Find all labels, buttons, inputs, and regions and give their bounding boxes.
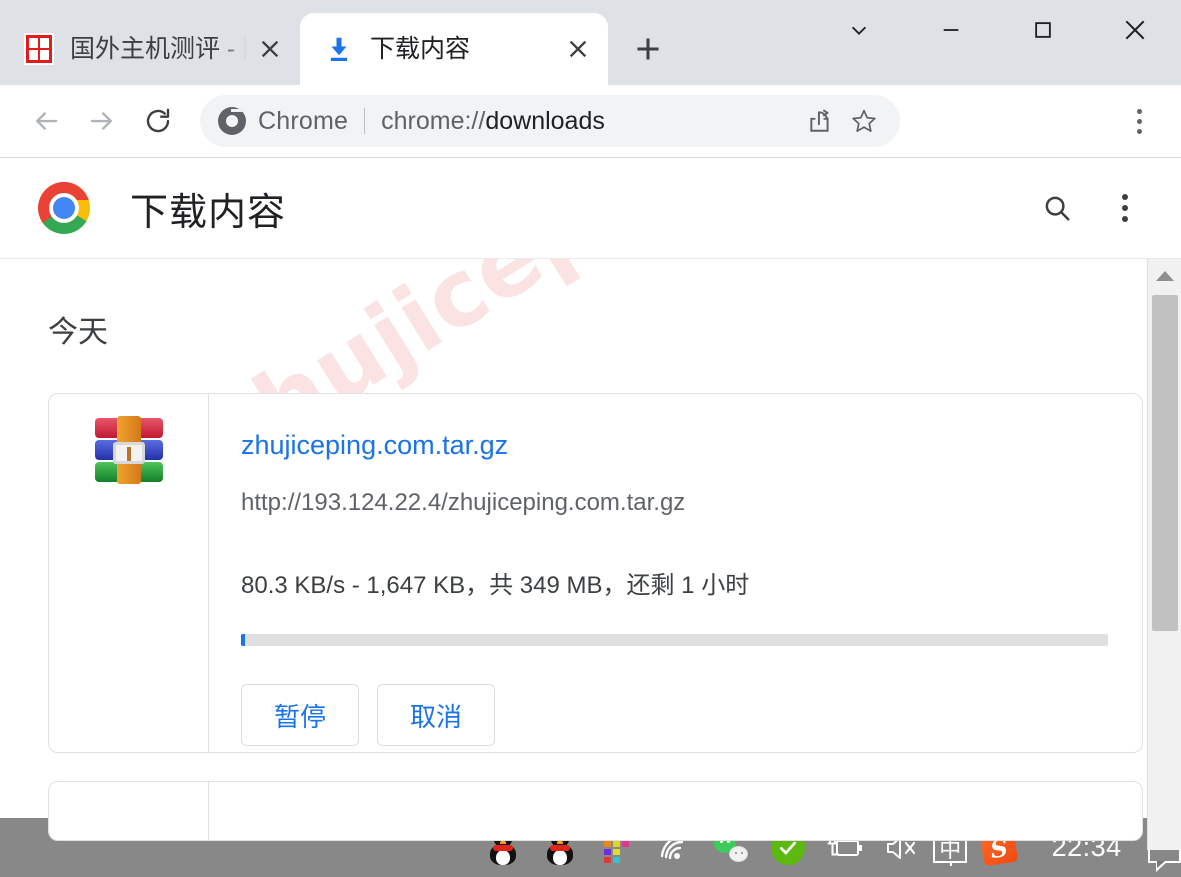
share-icon[interactable] bbox=[798, 99, 842, 143]
scroll-up-arrow-icon[interactable] bbox=[1148, 259, 1181, 293]
download-item-body bbox=[209, 782, 1142, 840]
address-bar[interactable]: Chrome chrome://downloads bbox=[200, 95, 900, 147]
stamp-favicon bbox=[22, 32, 56, 66]
cancel-button[interactable]: 取消 bbox=[377, 684, 495, 746]
tab-close-icon-1[interactable] bbox=[558, 29, 598, 69]
tab-search-button[interactable] bbox=[813, 0, 905, 60]
dot bbox=[1122, 205, 1128, 211]
downloads-list-scroll: zhujiceping.com 今天 zhujiceping.com.tar.g… bbox=[0, 258, 1181, 850]
page-title: 下载内容 bbox=[130, 191, 287, 234]
download-item[interactable]: zhujiceping.com.tar.gz http://193.124.22… bbox=[48, 393, 1143, 753]
chrome-logo-icon-large bbox=[38, 182, 90, 234]
chrome-logo-icon bbox=[218, 107, 246, 135]
tab-title-1: 下载内容 bbox=[370, 35, 471, 63]
page-scrollbar[interactable] bbox=[1147, 259, 1181, 850]
download-source-url: http://193.124.22.4/zhujiceping.com.tar.… bbox=[241, 489, 686, 516]
download-icon bbox=[322, 32, 356, 66]
browser-toolbar: Chrome chrome://downloads bbox=[0, 85, 1181, 158]
pause-button[interactable]: 暂停 bbox=[241, 684, 359, 746]
omnibox-separator bbox=[364, 108, 366, 134]
tab-1[interactable]: 下载内容 bbox=[300, 13, 608, 85]
tab-0[interactable]: 国外主机测评 - 国 bbox=[0, 13, 300, 85]
dot bbox=[1136, 108, 1142, 114]
dot bbox=[1136, 118, 1142, 124]
search-icon[interactable] bbox=[1031, 182, 1083, 234]
download-actions: 暂停 取消 bbox=[241, 684, 1108, 746]
downloads-header: 下载内容 bbox=[0, 158, 1181, 258]
dot bbox=[1122, 194, 1128, 200]
maximize-button[interactable] bbox=[997, 0, 1089, 60]
tab-close-icon-0[interactable] bbox=[250, 29, 290, 69]
star-icon[interactable] bbox=[842, 99, 886, 143]
back-arrow-icon[interactable] bbox=[18, 93, 74, 149]
dot bbox=[1122, 216, 1128, 222]
rar-buckle bbox=[112, 442, 145, 464]
download-item-body: zhujiceping.com.tar.gz http://193.124.22… bbox=[209, 394, 1142, 752]
download-icon-column bbox=[49, 782, 209, 840]
browser-menu-button[interactable] bbox=[1113, 95, 1165, 147]
chrome-badge-label: Chrome bbox=[258, 106, 349, 135]
browser-window: 国外主机测评 - 国 下载内容 Chrome chrome://download… bbox=[0, 0, 1181, 877]
forward-arrow-icon[interactable] bbox=[74, 93, 130, 149]
minimize-button[interactable] bbox=[905, 0, 997, 60]
url-scheme: chrome:// bbox=[381, 106, 486, 135]
tab-strip: 国外主机测评 - 国 下载内容 bbox=[0, 0, 1181, 85]
download-progress-fill bbox=[241, 634, 246, 646]
reload-arrow-icon[interactable] bbox=[130, 93, 186, 149]
winrar-archive-icon bbox=[91, 416, 167, 486]
section-label-today: 今天 bbox=[48, 316, 108, 349]
download-icon-column bbox=[49, 394, 209, 752]
scrollbar-thumb[interactable] bbox=[1152, 295, 1178, 631]
downloads-page: 下载内容 zhujiceping.com bbox=[0, 158, 1181, 850]
downloads-more-menu-button[interactable] bbox=[1099, 182, 1151, 234]
download-item-next[interactable] bbox=[48, 781, 1143, 841]
download-status-text: 80.3 KB/s - 1,647 KB，共 349 MB，还剩 1 小时 bbox=[241, 572, 750, 599]
download-progress-bar bbox=[241, 634, 1108, 646]
window-controls bbox=[813, 0, 1181, 60]
header-actions bbox=[1031, 182, 1151, 234]
new-tab-button[interactable] bbox=[622, 23, 674, 75]
download-filename-link[interactable]: zhujiceping.com.tar.gz bbox=[241, 430, 508, 461]
address-bar-url: chrome://downloads bbox=[381, 107, 798, 136]
url-path: downloads bbox=[485, 106, 605, 135]
dot bbox=[1136, 128, 1142, 134]
tab-title-0: 国外主机测评 - 国 bbox=[70, 35, 250, 63]
chrome-badge: Chrome bbox=[218, 107, 348, 136]
close-button[interactable] bbox=[1089, 0, 1181, 60]
